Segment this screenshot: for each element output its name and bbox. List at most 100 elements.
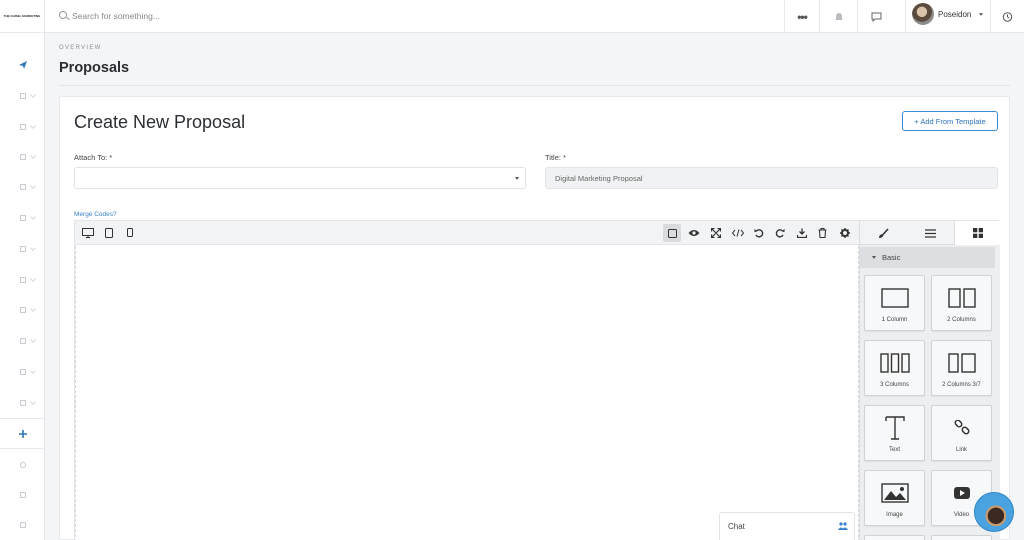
preview-button[interactable] <box>687 226 700 239</box>
add-from-template-button[interactable]: + Add From Template <box>902 111 998 131</box>
check-square-icon <box>19 215 26 221</box>
chevron-down-icon <box>30 337 36 343</box>
sidebar-item-10[interactable] <box>0 364 45 380</box>
more-button[interactable]: ••• <box>784 0 819 33</box>
avatar <box>912 3 934 25</box>
panel-tabs <box>860 221 1001 245</box>
search-input[interactable] <box>72 9 372 23</box>
tablet-view-button[interactable] <box>102 226 115 239</box>
chevron-down-icon <box>30 92 36 98</box>
block-text[interactable]: Text <box>864 405 925 461</box>
outline-toggle-button[interactable] <box>663 224 681 242</box>
merge-codes-link[interactable]: Merge Codes? <box>74 211 117 218</box>
paper-plane-icon <box>18 61 27 69</box>
block-more[interactable] <box>864 535 925 540</box>
settings-button[interactable] <box>838 226 851 239</box>
code-view-button[interactable] <box>731 226 744 239</box>
tab-layer-manager[interactable] <box>907 221 954 245</box>
topbar: ••• Poseidon <box>45 0 1024 33</box>
redo-icon <box>775 228 784 237</box>
block-more[interactable] <box>931 535 992 540</box>
blocks-category-basic[interactable]: Basic <box>860 247 995 268</box>
user-menu[interactable]: Poseidon <box>905 0 990 33</box>
chat-icon <box>871 12 882 22</box>
sidebar-item-calc[interactable] <box>0 517 45 533</box>
sidebar-item-4[interactable] <box>0 179 45 195</box>
block-2-columns[interactable]: 2 Columns <box>931 275 992 331</box>
document-icon <box>19 400 26 406</box>
undo-icon <box>754 228 763 237</box>
sidebar-item-8[interactable] <box>0 302 45 318</box>
redo-button[interactable] <box>773 226 786 239</box>
megaphone-icon <box>19 492 26 498</box>
timer-icon <box>1002 12 1013 22</box>
image-icon <box>865 479 924 507</box>
breadcrumb: OVERVIEW <box>59 45 102 51</box>
sidebar-item-2[interactable] <box>0 119 45 135</box>
clear-canvas-button[interactable] <box>816 226 829 239</box>
one-column-icon <box>865 284 924 312</box>
sidebar-item-7[interactable] <box>0 272 45 288</box>
desktop-icon <box>81 227 94 238</box>
more-dots-icon: ••• <box>797 9 808 24</box>
timer-button[interactable] <box>990 0 1024 33</box>
grid-icon <box>973 228 983 238</box>
block-3-columns[interactable]: 3 Columns <box>864 340 925 396</box>
block-label: Link <box>955 447 967 453</box>
square-outline-icon <box>667 228 677 238</box>
envelope-icon <box>19 246 26 252</box>
tab-blocks[interactable] <box>954 221 1001 245</box>
sidebar-item-send[interactable] <box>0 57 45 73</box>
undo-button[interactable] <box>752 226 765 239</box>
block-image[interactable]: Image <box>864 470 925 526</box>
sidebar-add-button[interactable] <box>0 426 45 442</box>
mobile-view-button[interactable] <box>123 226 136 239</box>
sidebar-item-9[interactable] <box>0 333 45 349</box>
block-label: Text <box>888 447 900 453</box>
title-label: Title: * <box>545 153 566 162</box>
sidebar: THE CHISEL MARKETING <box>0 0 45 540</box>
two-columns-37-icon <box>932 349 991 377</box>
sidebar-item-help[interactable] <box>0 457 45 473</box>
chat-avatar-button[interactable] <box>974 492 1014 532</box>
tablet-icon <box>104 227 113 238</box>
sidebar-item-1[interactable] <box>0 88 45 104</box>
sidebar-item-11[interactable] <box>0 395 45 411</box>
proposal-card: Create New Proposal + Add From Template … <box>59 96 1010 540</box>
builder-canvas[interactable] <box>75 246 859 540</box>
sidebar-item-announce[interactable] <box>0 487 45 503</box>
chat-label: Chat <box>728 522 745 531</box>
builder-toolbar <box>75 221 859 245</box>
block-2-columns-37[interactable]: 2 Columns 3/7 <box>931 340 992 396</box>
block-link[interactable]: Link <box>931 405 992 461</box>
download-button[interactable] <box>795 226 808 239</box>
mobile-icon <box>126 228 133 237</box>
title-input[interactable] <box>545 167 998 189</box>
block-label: 3 Columns <box>880 382 909 388</box>
sidebar-item-6[interactable] <box>0 241 45 257</box>
block-label: 2 Columns 3/7 <box>942 382 981 388</box>
square-icon <box>19 93 26 99</box>
desktop-view-button[interactable] <box>81 226 94 239</box>
download-icon <box>796 228 807 238</box>
copy-icon <box>19 338 26 344</box>
brand-logo[interactable]: THE CHISEL MARKETING <box>0 0 44 33</box>
form-heading: Create New Proposal <box>74 112 246 132</box>
tab-style-manager[interactable] <box>860 221 907 245</box>
notifications-button[interactable] <box>819 0 857 33</box>
block-label: 2 Columns <box>947 317 976 323</box>
chevron-down-icon <box>30 245 36 251</box>
chat-widget[interactable]: Chat <box>719 512 855 540</box>
fullscreen-button[interactable] <box>709 226 722 239</box>
link-icon <box>932 414 991 442</box>
sidebar-item-3[interactable] <box>0 149 45 165</box>
sidebar-item-5[interactable] <box>0 210 45 226</box>
blocks-panel: Basic 1 Column 2 Columns 3 Columns 2 Col… <box>859 221 1001 540</box>
two-columns-icon <box>932 284 991 312</box>
attach-to-select[interactable] <box>74 167 526 189</box>
messages-button[interactable] <box>857 0 895 33</box>
three-columns-icon <box>865 349 924 377</box>
header-divider <box>59 85 1010 86</box>
list-icon <box>19 154 26 160</box>
block-1-column[interactable]: 1 Column <box>864 275 925 331</box>
